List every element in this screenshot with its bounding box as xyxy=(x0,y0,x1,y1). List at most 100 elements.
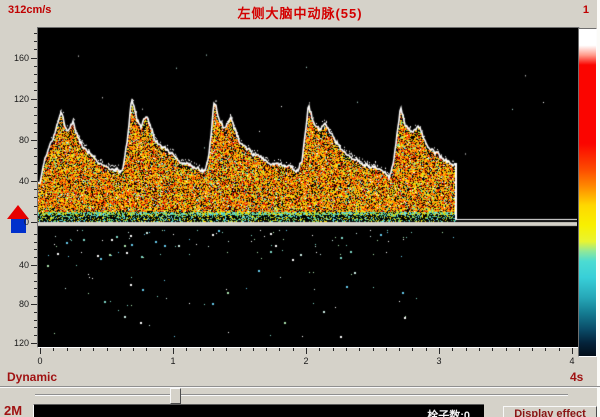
axis-tick xyxy=(93,348,94,351)
axis-tick xyxy=(34,74,37,75)
axis-tick xyxy=(492,348,493,351)
axis-tick xyxy=(34,115,37,116)
axis-tick xyxy=(133,348,134,351)
axis-tick xyxy=(346,348,347,351)
axis-tick xyxy=(34,257,37,258)
axis-tick-label: 4 xyxy=(561,356,583,366)
axis-tick xyxy=(506,348,507,351)
axis-tick xyxy=(279,348,280,351)
page-title: 左侧大脑中动脉(55) xyxy=(0,3,600,22)
axis-tick xyxy=(146,348,147,351)
axis-tick-label: 2 xyxy=(295,356,317,366)
axis-tick xyxy=(31,99,37,100)
axis-tick xyxy=(452,348,453,351)
axis-tick xyxy=(34,242,37,243)
axis-tick xyxy=(34,41,37,42)
axis-tick xyxy=(34,156,37,157)
axis-tick xyxy=(67,348,68,351)
axis-tick xyxy=(34,66,37,67)
axis-tick xyxy=(359,348,360,351)
axis-tick-label: 80 xyxy=(3,299,29,309)
axis-tick xyxy=(160,348,161,351)
display-effect-button[interactable]: Display effect xyxy=(503,406,597,417)
axis-tick xyxy=(34,107,37,108)
axis-tick xyxy=(34,197,37,198)
axis-tick xyxy=(386,348,387,351)
doppler-spectrum-canvas xyxy=(38,28,577,345)
axis-tick xyxy=(53,348,54,351)
emboli-count-label: 栓子数:0 xyxy=(427,407,470,417)
axis-tick xyxy=(31,304,37,305)
axis-tick xyxy=(439,348,440,354)
axis-tick xyxy=(559,348,560,351)
axis-tick xyxy=(34,206,37,207)
axis-tick xyxy=(34,123,37,124)
axis-tick xyxy=(186,348,187,351)
axis-tick xyxy=(293,348,294,351)
axis-tick xyxy=(34,90,37,91)
axis-tick xyxy=(532,348,533,351)
axis-tick xyxy=(34,320,37,321)
axis-tick xyxy=(31,140,37,141)
axis-tick-label: 1 xyxy=(162,356,184,366)
axis-tick xyxy=(173,348,174,354)
axis-tick xyxy=(572,348,573,354)
axis-tick-label: 40 xyxy=(3,176,29,186)
axis-tick xyxy=(519,348,520,351)
axis-tick xyxy=(34,273,37,274)
axis-tick xyxy=(240,348,241,351)
sweep-position-slider-track[interactable] xyxy=(35,394,568,396)
axis-tick xyxy=(80,348,81,351)
axis-tick-label: 80 xyxy=(3,135,29,145)
axis-tick xyxy=(306,348,307,354)
axis-tick xyxy=(120,348,121,351)
axis-tick-label: 120 xyxy=(3,94,29,104)
axis-tick xyxy=(31,58,37,59)
axis-tick xyxy=(34,296,37,297)
axis-tick xyxy=(31,222,37,223)
spectral-display-panel xyxy=(37,27,580,348)
axis-tick-label: 0 xyxy=(3,217,29,227)
axis-tick xyxy=(31,343,37,344)
axis-tick xyxy=(373,348,374,351)
color-gradient-bar xyxy=(579,29,596,356)
axis-tick xyxy=(34,132,37,133)
axis-tick xyxy=(253,348,254,351)
axis-tick xyxy=(34,234,37,235)
axis-tick xyxy=(34,312,37,313)
axis-tick xyxy=(34,288,37,289)
axis-tick xyxy=(34,49,37,50)
axis-tick xyxy=(34,249,37,250)
axis-tick xyxy=(213,348,214,351)
axis-tick-label: 120 xyxy=(3,338,29,348)
dynamic-mode-label: Dynamic xyxy=(7,370,57,384)
axis-tick xyxy=(466,348,467,351)
tcd-doppler-window: 312cm/s 左侧大脑中动脉(55) 1 Dynamic 4s 2M 栓子数:… xyxy=(0,0,600,417)
axis-tick xyxy=(426,348,427,351)
axis-tick xyxy=(333,348,334,351)
axis-tick xyxy=(399,348,400,351)
sweep-position-slider-thumb[interactable] xyxy=(170,388,181,404)
axis-tick xyxy=(412,348,413,351)
probe-label: 2M xyxy=(4,403,22,417)
axis-tick xyxy=(40,348,41,354)
time-unit-label: 4s xyxy=(570,370,583,384)
axis-tick xyxy=(34,281,37,282)
axis-tick xyxy=(34,33,37,34)
axis-tick-label: 40 xyxy=(3,260,29,270)
axis-tick xyxy=(34,173,37,174)
axis-tick xyxy=(226,348,227,351)
velocity-color-scale xyxy=(578,28,597,357)
axis-tick xyxy=(319,348,320,351)
axis-tick xyxy=(31,265,37,266)
axis-tick xyxy=(34,148,37,149)
axis-tick xyxy=(107,348,108,351)
axis-tick xyxy=(31,181,37,182)
axis-tick xyxy=(266,348,267,351)
axis-tick xyxy=(34,189,37,190)
divider xyxy=(0,386,600,388)
axis-tick xyxy=(479,348,480,351)
channel-indicator: 1 xyxy=(583,4,589,16)
axis-tick xyxy=(200,348,201,351)
axis-tick xyxy=(34,335,37,336)
